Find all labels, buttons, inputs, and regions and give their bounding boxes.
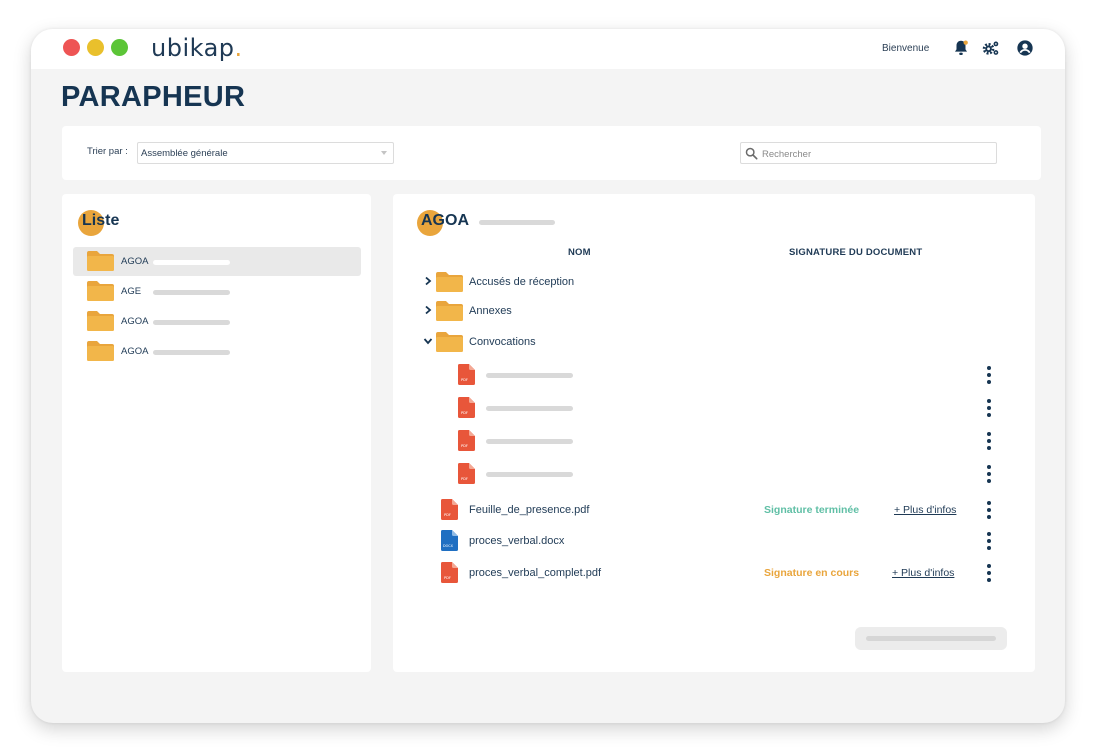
- sub-file-row[interactable]: PDF: [393, 361, 1035, 391]
- signature-status-badge: Signature en cours: [764, 567, 860, 579]
- kebab-menu-icon[interactable]: [986, 531, 992, 551]
- kebab-menu-icon[interactable]: [986, 464, 992, 484]
- sub-file-row[interactable]: PDF: [393, 460, 1035, 490]
- pdf-file-icon: PDF: [441, 562, 458, 583]
- list-heading: Liste: [78, 210, 119, 236]
- more-info-link[interactable]: + Plus d'infos: [894, 504, 956, 516]
- sub-file-row[interactable]: PDF: [393, 394, 1035, 424]
- placeholder-bar: [479, 220, 555, 225]
- folder-icon: [436, 272, 463, 292]
- folder-icon: [87, 281, 114, 301]
- page-title: PARAPHEUR: [61, 81, 246, 113]
- placeholder-bar: [866, 636, 996, 641]
- folder-icon: [436, 332, 463, 352]
- kebab-menu-icon[interactable]: [986, 365, 992, 385]
- folder-name: Accusés de réception: [469, 276, 575, 288]
- file-name: Feuille_de_presence.pdf: [469, 504, 590, 516]
- pdf-file-icon: PDF: [458, 364, 475, 385]
- folder-row-accuses[interactable]: Accusés de réception: [393, 268, 1035, 298]
- file-row-proces-verbal[interactable]: DOCX proces_verbal.docx: [393, 527, 1035, 557]
- docx-file-icon: DOCX: [441, 530, 458, 551]
- file-name: proces_verbal_complet.pdf: [469, 567, 602, 579]
- folder-heading: AGOA: [417, 210, 469, 236]
- folder-icon: [87, 341, 114, 361]
- list-item-label: AGOA: [121, 346, 149, 357]
- column-header-signature: SIGNATURE DU DOCUMENT: [789, 247, 923, 258]
- folder-icon: [87, 311, 114, 331]
- signature-status-badge: Signature terminée: [764, 504, 860, 516]
- list-item-label: AGE: [121, 286, 142, 297]
- sort-label: Trier par :: [87, 146, 128, 157]
- chevron-down-icon[interactable]: [423, 336, 433, 346]
- pdf-file-icon: PDF: [458, 430, 475, 451]
- placeholder-bar: [486, 406, 573, 411]
- list-item-label: AGOA: [121, 256, 149, 267]
- placeholder-bar: [486, 373, 573, 378]
- list-item-agoa-selected[interactable]: AGOA: [73, 247, 361, 276]
- bell-icon[interactable]: [952, 39, 970, 57]
- window-close-dot[interactable]: [63, 39, 80, 56]
- welcome-text: Bienvenue: [882, 43, 930, 54]
- svg-text:PDF: PDF: [461, 378, 468, 382]
- more-info-link[interactable]: + Plus d'infos: [892, 567, 954, 579]
- chevron-right-icon[interactable]: [423, 276, 433, 286]
- list-panel: Liste AGOA AGE AGOA AGOA: [62, 194, 371, 672]
- folder-icon: [436, 301, 463, 321]
- placeholder-bar: [153, 320, 230, 325]
- file-row-proces-verbal-complet[interactable]: PDF proces_verbal_complet.pdf Signature …: [393, 559, 1035, 589]
- search-icon: [745, 147, 758, 160]
- svg-text:PDF: PDF: [461, 444, 468, 448]
- placeholder-bar: [486, 472, 573, 477]
- placeholder-bar: [153, 260, 230, 265]
- list-item-age[interactable]: AGE: [73, 277, 361, 306]
- list-item-agoa-2[interactable]: AGOA: [73, 307, 361, 336]
- pdf-file-icon: PDF: [458, 463, 475, 484]
- folder-name: Annexes: [469, 305, 512, 317]
- kebab-menu-icon[interactable]: [986, 563, 992, 583]
- file-name: proces_verbal.docx: [469, 535, 565, 547]
- file-row-feuille-de-presence[interactable]: PDF Feuille_de_presence.pdf Signature te…: [393, 496, 1035, 526]
- sort-select-value: Assemblée générale: [141, 148, 228, 159]
- sub-file-row[interactable]: PDF: [393, 427, 1035, 457]
- folder-row-annexes[interactable]: Annexes: [393, 297, 1035, 327]
- folder-icon: [87, 251, 114, 271]
- chevron-down-icon: [381, 151, 387, 155]
- column-header-name: NOM: [568, 247, 591, 258]
- svg-text:PDF: PDF: [461, 477, 468, 481]
- action-button[interactable]: [855, 627, 1007, 650]
- user-account-icon[interactable]: [1016, 39, 1034, 57]
- search-placeholder: Rechercher: [762, 149, 812, 160]
- list-item-label: AGOA: [121, 316, 149, 327]
- search-input[interactable]: Rechercher: [740, 142, 997, 164]
- placeholder-bar: [486, 439, 573, 444]
- sort-select[interactable]: Assemblée générale: [137, 142, 394, 164]
- window-maximize-dot[interactable]: [111, 39, 128, 56]
- kebab-menu-icon[interactable]: [986, 431, 992, 451]
- kebab-menu-icon[interactable]: [986, 398, 992, 418]
- svg-text:PDF: PDF: [461, 411, 468, 415]
- filter-bar: Trier par : Assemblée générale Recherche…: [62, 126, 1041, 180]
- chevron-right-icon[interactable]: [423, 305, 433, 315]
- svg-text:DOCX: DOCX: [443, 544, 454, 548]
- top-bar: ubikap. Bienvenue: [31, 29, 1065, 69]
- pdf-file-icon: PDF: [458, 397, 475, 418]
- settings-gears-icon[interactable]: [982, 39, 1000, 57]
- placeholder-bar: [153, 350, 230, 355]
- placeholder-bar: [153, 290, 230, 295]
- folder-row-convocations[interactable]: Convocations: [393, 328, 1035, 358]
- folder-name: Convocations: [469, 336, 536, 348]
- list-item-agoa-3[interactable]: AGOA: [73, 337, 361, 366]
- app-window: ubikap. Bienvenue PARAPHEUR Trier par : …: [31, 29, 1065, 723]
- kebab-menu-icon[interactable]: [986, 500, 992, 520]
- svg-text:PDF: PDF: [444, 513, 451, 517]
- window-minimize-dot[interactable]: [87, 39, 104, 56]
- svg-text:PDF: PDF: [444, 576, 451, 580]
- document-panel: AGOA NOM SIGNATURE DU DOCUMENT Accusés d…: [393, 194, 1035, 672]
- app-logo[interactable]: ubikap.: [151, 34, 243, 62]
- pdf-file-icon: PDF: [441, 499, 458, 520]
